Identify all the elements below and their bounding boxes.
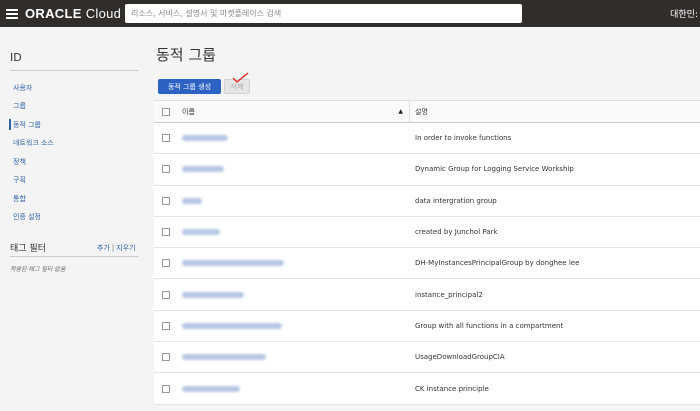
sidebar: ID 사용자 그룹 동적 그룹 네트워크 소스 정책 구획 통합 인증 설정 태… [0,27,152,411]
table-row: created by Junchol Park [154,217,700,249]
page-title: 동적 그룹 [156,46,216,64]
sidebar-item-compartments[interactable]: 구획 [13,175,26,185]
sidebar-item-auth-settings[interactable]: 인증 설정 [13,212,41,222]
row-checkbox[interactable] [162,196,170,205]
tag-filter-divider [10,256,139,257]
row-checkbox[interactable] [162,259,170,268]
oracle-cloud-logo[interactable]: ORACLE Cloud [25,6,121,21]
tag-filter-separator: | [111,244,115,252]
column-header-desc: 설명 [415,107,428,116]
logo-product: Cloud [85,6,122,21]
group-name-link[interactable] [182,260,284,267]
row-description: instance_principal2 [415,290,483,299]
row-description: created by Junchol Park [415,228,498,237]
row-checkbox[interactable] [162,228,170,237]
table-row: data intergration group [154,186,700,217]
search-input[interactable] [131,9,522,18]
table-row: UsageDownloadGroupCIA [154,342,700,374]
menu-icon[interactable] [6,8,18,19]
table-row: Dynamic Group for Logging Service Worksh… [154,154,700,186]
active-indicator [9,119,11,130]
select-all-cell [154,107,178,116]
table-row: In order to invoke functions [154,123,700,155]
group-name-link[interactable] [182,354,266,361]
row-description: data intergration group [415,196,497,205]
table-row: CK instance principle [154,373,700,405]
table-header: 이름 ▲ 설명 [154,101,700,123]
row-checkbox[interactable] [162,290,170,299]
dynamic-groups-table: 이름 ▲ 설명 In order to invoke functions Dyn… [154,100,700,405]
sort-up-icon[interactable]: ▲ [398,108,403,115]
sidebar-item-federation[interactable]: 통합 [13,194,26,204]
row-description: Dynamic Group for Logging Service Worksh… [415,165,574,174]
row-checkbox[interactable] [162,165,170,174]
row-description: In order to invoke functions [415,134,512,143]
tag-filter-empty-text: 적용된 태그 필터 없음 [10,266,66,273]
table-row: instance_principal2 [154,279,700,311]
row-description: UsageDownloadGroupCIA [415,353,505,362]
group-name-link[interactable] [182,166,224,173]
red-annotation-mark [232,72,249,83]
group-name-link[interactable] [182,322,282,329]
tag-filter-title: 태그 필터 [10,244,46,254]
group-name-link[interactable] [182,229,220,236]
group-name-link[interactable] [182,197,202,204]
group-name-link[interactable] [182,385,240,392]
tag-filter-actions: 추가 | 지우기 [97,243,136,253]
create-dynamic-group-button[interactable]: 동적 그룹 생성 [158,79,221,94]
row-checkbox[interactable] [162,353,170,362]
sidebar-divider [10,70,139,71]
group-name-link[interactable] [182,135,228,142]
sidebar-item-network-sources[interactable]: 네트워크 소스 [13,138,54,148]
row-checkbox[interactable] [162,134,170,143]
logo-brand: ORACLE [25,6,82,21]
sidebar-item-dynamic-groups[interactable]: 동적 그룹 [13,120,41,130]
tag-filter-clear-link[interactable]: 지우기 [116,244,135,252]
row-checkbox[interactable] [162,321,170,330]
search-box[interactable] [125,4,522,23]
row-description: CK instance principle [415,384,489,393]
select-all-checkbox[interactable] [162,107,170,116]
table-row: Group with all functions in a compartmen… [154,311,700,343]
group-name-link[interactable] [182,291,244,298]
sidebar-item-groups[interactable]: 그룹 [13,101,26,111]
tag-filter-add-link[interactable]: 추가 [97,244,110,252]
sidebar-item-policies[interactable]: 정책 [13,157,26,167]
sidebar-item-users[interactable]: 사용자 [13,83,32,93]
table-row: DH-MyInstancesPrincipalGroup by donghee … [154,248,700,280]
row-description: Group with all functions in a compartmen… [415,321,564,330]
row-description: DH-MyInstancesPrincipalGroup by donghee … [415,259,580,268]
column-header-name[interactable]: 이름 ▲ [178,101,410,122]
column-name-label: 이름 [182,107,195,116]
main-content: 동적 그룹 동적 그룹 생성 삭제 이름 ▲ 설명 In order to in… [152,27,700,411]
region-selector[interactable]: 대한민: [670,7,698,20]
top-bar: ORACLECloud 대한민: [0,0,700,27]
sidebar-title: ID [10,51,22,64]
row-checkbox[interactable] [162,384,170,393]
